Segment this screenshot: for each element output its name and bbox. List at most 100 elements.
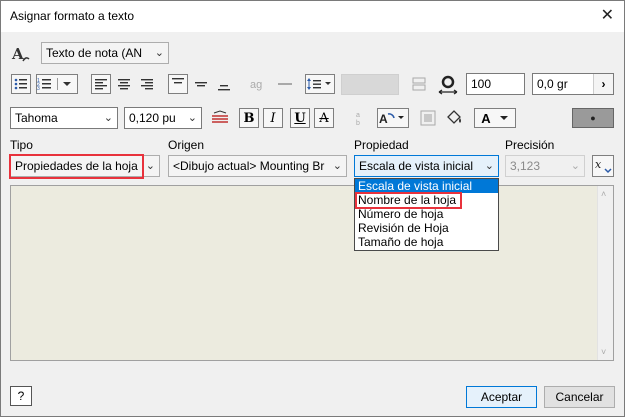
editor-scrollbar[interactable]: ˄ ˅ <box>597 186 613 360</box>
origen-select[interactable]: <Dibujo actual> Mounting Br ⌄ <box>168 155 347 177</box>
origen-value: <Dibujo actual> Mounting Br <box>173 159 325 173</box>
chevron-down-icon: ⌄ <box>570 160 580 172</box>
svg-text:ag: ag <box>250 79 262 91</box>
valign-middle-button[interactable] <box>191 74 211 94</box>
help-icon: ? <box>17 389 25 403</box>
symbol-icon <box>420 110 436 126</box>
width-scale-icon <box>437 73 459 95</box>
numbered-list-button[interactable]: 1 2 3 <box>36 74 78 94</box>
valign-top-button[interactable] <box>168 74 188 94</box>
spacing-icon <box>412 77 426 91</box>
width-scale-value: 100 <box>471 77 492 91</box>
paint-bucket-icon <box>447 110 461 124</box>
propiedad-dropdown-list: Escala de vista inicial Nombre de la hoj… <box>354 178 499 251</box>
superscript-icon: ab <box>356 112 360 126</box>
text-layers-button[interactable] <box>210 108 230 128</box>
scroll-down-icon[interactable]: ˅ <box>601 347 606 357</box>
title-bar: Asignar formato a texto ✕ <box>1 1 624 32</box>
dialog-window: Asignar formato a texto ✕ A Texto de not… <box>0 0 625 417</box>
tipo-value: Propiedades de la hoja <box>15 159 138 173</box>
bold-button[interactable]: B <box>239 108 259 128</box>
stack-text-icon: ag <box>250 79 262 91</box>
chevron-down-icon <box>499 116 508 120</box>
line-spacing-button[interactable] <box>305 74 335 94</box>
chevron-down-icon: ⌄ <box>187 112 197 124</box>
origen-label: Origen <box>168 138 205 152</box>
scroll-up-icon[interactable]: ˄ <box>601 189 606 199</box>
valign-middle-icon <box>195 82 207 87</box>
valign-bottom-button[interactable] <box>214 74 234 94</box>
text-style-value: Texto de nota (AN <box>46 46 143 60</box>
spacing-setting-button[interactable] <box>409 74 429 94</box>
svg-text:x: x <box>595 158 602 171</box>
chevron-down-icon: ⌄ <box>103 112 113 124</box>
align-left-icon <box>95 79 107 90</box>
propiedad-value: Escala de vista inicial <box>359 159 474 173</box>
line-icon <box>278 83 292 85</box>
dropdown-item[interactable]: Tamaño de hoja <box>355 235 498 249</box>
line-weight-button[interactable] <box>275 74 295 94</box>
text-style-select[interactable]: Texto de nota (AN ⌄ <box>41 42 169 64</box>
layers-icon <box>212 110 228 123</box>
svg-text:3: 3 <box>37 86 40 91</box>
dropdown-item[interactable]: Escala de vista inicial <box>355 179 498 193</box>
tipo-label: Tipo <box>10 138 33 152</box>
stack-text-button[interactable]: ag <box>247 74 267 94</box>
strikethrough-button[interactable]: A <box>314 108 334 128</box>
text-color-button[interactable]: A <box>474 108 516 128</box>
bullet-list-icon <box>14 78 27 90</box>
chevron-down-icon: ⌄ <box>145 160 155 172</box>
bullet-list-button[interactable] <box>11 74 31 94</box>
chevron-down-icon: ⌄ <box>332 160 342 172</box>
precision-select[interactable]: 3,123 ⌄ <box>505 155 585 177</box>
font-select[interactable]: Tahoma ⌄ <box>10 107 118 129</box>
underline-button[interactable]: U <box>290 108 310 128</box>
align-left-button[interactable] <box>91 74 111 94</box>
background-color-button[interactable]: ● <box>572 108 614 128</box>
propiedad-label: Propiedad <box>354 138 409 152</box>
italic-button[interactable]: I <box>263 108 283 128</box>
precision-label: Precisión <box>505 138 555 152</box>
svg-text:a: a <box>356 112 360 119</box>
svg-text:b: b <box>356 120 360 126</box>
case-icon: A <box>379 112 404 126</box>
align-right-button[interactable] <box>137 74 157 94</box>
cancel-button[interactable]: Cancelar <box>544 386 615 408</box>
text-editor[interactable]: ˄ ˅ <box>10 185 614 361</box>
fill-button[interactable] <box>444 108 464 128</box>
color-swatch-icon: ● <box>590 113 596 123</box>
dropdown-item[interactable]: Revisión de Hoja <box>355 221 498 235</box>
numbered-list-icon: 1 2 3 <box>37 78 71 91</box>
width-scale-input[interactable]: 100 <box>466 73 525 95</box>
insert-parameter-icon: x <box>595 158 612 174</box>
chevron-down-icon: ⌄ <box>484 160 494 172</box>
propiedad-select[interactable]: Escala de vista inicial ⌄ <box>354 155 499 177</box>
font-size-value: 0,120 pu <box>129 111 176 125</box>
tipo-select[interactable]: Propiedades de la hoja ⌄ <box>10 155 160 177</box>
superscript-button[interactable]: ab <box>351 108 371 128</box>
window-title: Asignar formato a texto <box>10 9 135 23</box>
rotation-value: 0,0 gr <box>537 77 568 91</box>
text-style-icon: A <box>11 44 31 64</box>
precision-value: 3,123 <box>510 159 541 173</box>
valign-bottom-icon <box>218 85 230 91</box>
help-button[interactable]: ? <box>10 386 32 406</box>
insert-parameter-button[interactable]: x <box>592 155 614 177</box>
svg-text:A: A <box>379 112 388 126</box>
text-color-letter: A <box>481 110 491 126</box>
chevron-down-icon: ⌄ <box>154 47 164 59</box>
case-button[interactable]: A <box>377 108 409 128</box>
rotation-input[interactable]: 0,0 gr › <box>532 73 614 95</box>
dropdown-item[interactable]: Nombre de la hoja <box>355 193 498 207</box>
dropdown-item[interactable]: Número de hoja <box>355 207 498 221</box>
symbol-button[interactable] <box>418 108 438 128</box>
align-center-icon <box>118 79 130 90</box>
close-icon[interactable]: ✕ <box>601 5 614 25</box>
svg-text:A: A <box>11 45 24 63</box>
ok-button[interactable]: Aceptar <box>466 386 537 408</box>
line-spacing-field-disabled <box>341 74 399 95</box>
align-center-button[interactable] <box>114 74 134 94</box>
chevron-right-icon[interactable]: › <box>593 74 613 94</box>
font-size-select[interactable]: 0,120 pu ⌄ <box>124 107 202 129</box>
font-value: Tahoma <box>15 111 58 125</box>
